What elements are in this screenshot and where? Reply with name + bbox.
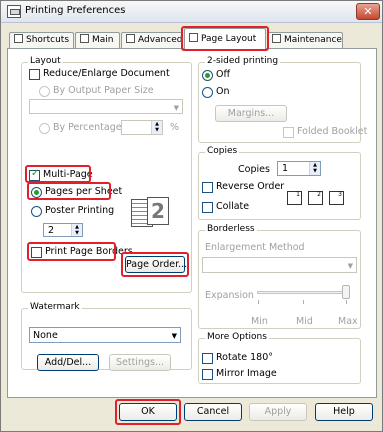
reverse-order-label: Reverse Order (216, 181, 285, 192)
chevron-down-icon: ▼ (173, 104, 179, 112)
copies-group-label: Copies (205, 146, 240, 156)
highlight-page-order (121, 252, 189, 277)
two-sided-on-radio[interactable] (202, 87, 213, 98)
multi-page-preview-icon: 2 (127, 197, 171, 233)
tab-label: Main (92, 35, 114, 45)
highlight-tab-page-layout (181, 26, 269, 51)
expansion-slider-thumb[interactable] (342, 285, 350, 299)
enlargement-method-select[interactable]: ▼ (202, 257, 357, 273)
copies-value: 1 (282, 163, 289, 174)
watermark-add-del-button[interactable]: Add/Del... (37, 354, 99, 371)
by-percentage-radio[interactable] (39, 123, 50, 134)
printing-preferences-window: Printing Preferences ✕ Shortcuts Main Ad… (0, 0, 383, 432)
copies-spinner[interactable]: 1 ▲ ▼ (277, 161, 321, 176)
watermark-select[interactable]: None ▼ (29, 327, 181, 343)
output-paper-size-select[interactable]: ▼ (29, 99, 183, 114)
collate-label: Collate (216, 201, 250, 212)
mirror-image-label: Mirror Image (216, 368, 277, 379)
rotate-180-checkbox[interactable] (202, 353, 213, 364)
chevron-down-icon: ▼ (171, 332, 177, 340)
close-button[interactable]: ✕ (356, 3, 380, 20)
pages-per-sheet-spinner[interactable]: 2 ▲ ▼ (43, 223, 83, 237)
collate-page-2: 2 (308, 191, 323, 205)
expansion-min-label: Min (251, 316, 268, 327)
by-output-paper-size-label: By Output Paper Size (53, 85, 154, 96)
shortcuts-icon (14, 34, 23, 43)
apply-button[interactable]: Apply (249, 403, 307, 421)
advanced-icon (126, 34, 135, 43)
maintenance-icon (272, 34, 281, 43)
main-icon (80, 34, 89, 43)
expansion-label: Expansion (205, 290, 254, 301)
spinner-arrows-icon[interactable]: ▲ ▼ (151, 121, 162, 134)
tab-label: Maintenance (284, 35, 342, 45)
margins-button[interactable]: Margins... (215, 105, 287, 122)
watermark-settings-button[interactable]: Settings... (109, 354, 171, 371)
collate-page-3: 3 (329, 191, 344, 205)
by-output-paper-size-radio[interactable] (39, 86, 50, 97)
slider-tick (303, 300, 304, 304)
two-sided-off-radio[interactable] (202, 70, 213, 81)
pages-per-sheet-value: 2 (48, 225, 55, 236)
expansion-slider-track[interactable] (257, 291, 349, 294)
percent-sign: % (170, 122, 180, 133)
rotate-180-label: Rotate 180° (216, 352, 274, 363)
poster-printing-radio[interactable] (31, 206, 42, 217)
collate-preview-icon: 1 2 3 (285, 187, 355, 211)
highlight-multi-page (25, 165, 91, 183)
cancel-button[interactable]: Cancel (184, 403, 242, 421)
page-thumbnail-number: 2 (147, 197, 169, 225)
highlight-print-page-borders (27, 242, 116, 261)
two-sided-on-label: On (216, 86, 230, 97)
expansion-mid-label: Mid (296, 316, 313, 327)
two-sided-off-label: Off (216, 69, 231, 80)
collate-checkbox[interactable] (202, 202, 213, 213)
tab-label: Advanced (138, 35, 183, 45)
collate-page-1: 1 (287, 191, 302, 205)
help-button[interactable]: Help (315, 403, 373, 421)
more-options-group-label: More Options (205, 332, 269, 342)
two-sided-group-label: 2-sided printing (205, 56, 281, 66)
title-bar: Printing Preferences ✕ (1, 1, 382, 23)
by-percentage-label: By Percentage (53, 122, 122, 133)
reverse-order-checkbox[interactable] (202, 182, 213, 193)
mirror-image-checkbox[interactable] (202, 369, 213, 380)
slider-tick (258, 300, 259, 304)
tab-label: Shortcuts (26, 35, 70, 45)
tab-shortcuts[interactable]: Shortcuts (9, 32, 74, 48)
watermark-selected-value: None (33, 330, 58, 341)
poster-printing-label: Poster Printing (45, 205, 115, 216)
borderless-group-label: Borderless (205, 224, 257, 234)
folded-booklet-checkbox[interactable] (283, 127, 294, 138)
reduce-enlarge-checkbox[interactable] (29, 69, 40, 80)
spinner-arrows-icon[interactable]: ▲ ▼ (309, 162, 320, 175)
slider-tick (346, 300, 347, 304)
expansion-max-label: Max (338, 316, 358, 327)
spinner-arrows-icon[interactable]: ▲ ▼ (71, 224, 82, 236)
tab-maintenance[interactable]: Maintenance (267, 32, 343, 48)
copies-label: Copies (238, 164, 270, 175)
highlight-pages-per-sheet (27, 182, 111, 200)
tab-main[interactable]: Main (75, 32, 120, 48)
folded-booklet-label: Folded Booklet (297, 126, 368, 137)
highlight-ok (115, 399, 181, 425)
tab-advanced[interactable]: Advanced (121, 32, 183, 48)
reduce-enlarge-label: Reduce/Enlarge Document (43, 68, 170, 79)
chevron-down-icon: ▼ (347, 262, 353, 270)
layout-group-label: Layout (28, 56, 63, 66)
printer-icon (7, 5, 21, 18)
watermark-group-label: Watermark (28, 302, 82, 312)
enlargement-method-label: Enlargement Method (205, 242, 305, 253)
percentage-spinner[interactable]: ▲ ▼ (121, 120, 163, 135)
window-title: Printing Preferences (25, 5, 126, 16)
